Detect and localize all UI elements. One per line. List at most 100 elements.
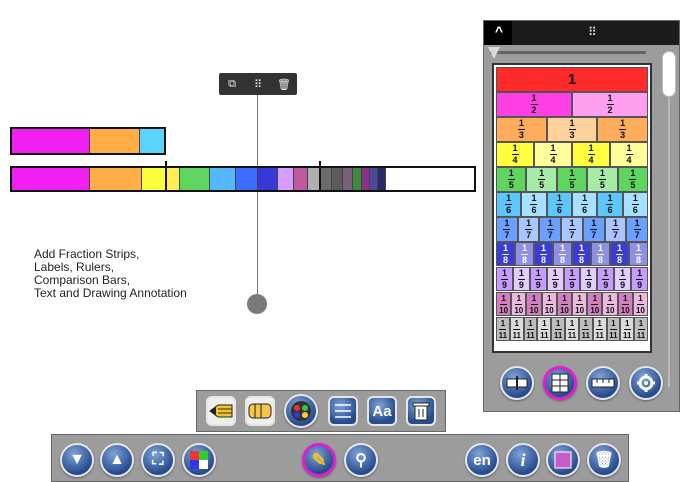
fraction-cell[interactable]: 1 10 [511, 291, 527, 317]
panel-slider-track[interactable] [490, 51, 646, 54]
lines-button[interactable] [327, 396, 358, 426]
fraction-cell[interactable]: 1 11 [606, 316, 621, 342]
fraction-cell[interactable]: 17 [539, 216, 562, 242]
fraction-cell[interactable]: 15 [587, 166, 618, 192]
fraction-cell[interactable]: 18 [591, 241, 610, 267]
text-button[interactable]: Aa [366, 396, 397, 426]
fraction-cell[interactable]: 19 [631, 266, 649, 292]
scrollbar-thumb[interactable] [662, 51, 676, 97]
fraction-cell[interactable]: 15 [556, 166, 588, 192]
caret-up-icon[interactable]: ^ [489, 23, 509, 43]
frame-button[interactable] [546, 443, 580, 477]
color-wheel-button[interactable] [284, 394, 319, 428]
fraction-cell[interactable]: 1 11 [620, 316, 635, 342]
fraction-cell[interactable]: 17 [582, 216, 605, 242]
fraction-cell[interactable]: 19 [580, 266, 598, 292]
fraction-cell[interactable]: 19 [597, 266, 615, 292]
fraction-cell[interactable]: 19 [529, 266, 547, 292]
fraction-cell[interactable]: 1 11 [509, 316, 524, 342]
pin-button[interactable]: ⚲ [344, 443, 378, 477]
trash-icon[interactable]: 🗑 [274, 75, 294, 93]
fraction-cell[interactable]: 1 11 [634, 316, 648, 342]
fraction-cell[interactable]: 1 [496, 67, 648, 92]
language-button[interactable]: en [465, 443, 499, 477]
fraction-cell[interactable]: 1 11 [592, 316, 607, 342]
annotation-text[interactable]: Add Fraction Strips, Labels, Rulers, Com… [34, 248, 187, 300]
fraction-cell[interactable]: 1 10 [602, 291, 618, 317]
fraction-strip-short[interactable] [10, 127, 166, 155]
fraction-cell[interactable]: 1 11 [496, 316, 510, 342]
fraction-cell[interactable]: 17 [496, 216, 518, 242]
fraction-cell[interactable]: 18 [515, 241, 534, 267]
fraction-cell[interactable]: 17 [561, 216, 583, 242]
fraction-cell[interactable]: 18 [496, 241, 515, 267]
fraction-cell[interactable]: 13 [546, 116, 598, 142]
fraction-cell[interactable]: 18 [572, 241, 591, 267]
fraction-cell[interactable]: 19 [512, 266, 530, 292]
fraction-cell[interactable]: 14 [610, 141, 648, 167]
fraction-cell[interactable]: 14 [572, 141, 610, 167]
fraction-cell[interactable]: 19 [546, 266, 564, 292]
fraction-cell[interactable]: 1 11 [523, 316, 538, 342]
fraction-cell[interactable]: 18 [553, 241, 572, 267]
fraction-cell[interactable]: 19 [563, 266, 581, 292]
fit-screen-button[interactable]: ⛶ [141, 443, 175, 477]
pencils-button[interactable] [205, 396, 236, 426]
fraction-cell[interactable]: 13 [496, 116, 547, 142]
copy-icon[interactable]: ⧉ [222, 75, 242, 93]
fraction-cell[interactable]: 17 [604, 216, 627, 242]
move-up-button[interactable]: ▲ [100, 443, 134, 477]
fraction-cell[interactable]: 1 10 [632, 291, 649, 317]
fraction-cell[interactable]: 16 [546, 191, 572, 217]
fraction-cell[interactable]: 15 [496, 166, 527, 192]
fraction-cell[interactable]: 19 [614, 266, 632, 292]
fraction-cell[interactable]: 1 10 [556, 291, 573, 317]
fraction-cell[interactable]: 18 [629, 241, 648, 267]
fraction-cell[interactable]: 16 [571, 191, 598, 217]
fraction-cell[interactable]: 16 [521, 191, 547, 217]
fraction-cell[interactable]: 12 [496, 91, 572, 117]
fraction-cell[interactable]: 17 [517, 216, 540, 242]
scrollbar-track[interactable] [668, 97, 670, 387]
pencil-button[interactable]: ✎ [302, 443, 336, 477]
fraction-wall-button[interactable] [543, 366, 578, 400]
fraction-cell[interactable]: 1 10 [496, 291, 512, 317]
grip-icon[interactable]: ⠿ [248, 75, 268, 93]
fraction-cell[interactable]: 14 [534, 141, 572, 167]
ruler-button[interactable] [585, 366, 620, 400]
fraction-cell[interactable]: 12 [572, 91, 648, 117]
fraction-cell[interactable]: 18 [534, 241, 553, 267]
fraction-cell[interactable]: 16 [496, 191, 522, 217]
fraction-cell[interactable]: 1 10 [541, 291, 557, 317]
fraction-cell[interactable]: 1 10 [572, 291, 588, 317]
delete-button[interactable]: 🗑 [587, 443, 621, 477]
fraction-cell[interactable]: 1 11 [578, 316, 593, 342]
comparison-line-handle[interactable] [247, 294, 267, 314]
grip-icon[interactable]: ⠿ [588, 25, 598, 39]
fraction-cell[interactable]: 1 10 [617, 291, 633, 317]
fraction-cell[interactable]: 1 10 [587, 291, 603, 317]
fraction-cell[interactable]: 1 11 [551, 316, 566, 342]
fraction-cell[interactable]: 16 [597, 191, 623, 217]
fraction-cell[interactable]: 1 11 [565, 316, 579, 342]
info-button[interactable]: i [506, 443, 540, 477]
fraction-cell[interactable]: 16 [622, 191, 648, 217]
settings-button[interactable] [628, 366, 663, 400]
fraction-cell[interactable]: 17 [626, 216, 649, 242]
fraction-wall-row: 191919191919191919 [496, 266, 649, 292]
fraction-cell[interactable]: 1 10 [526, 291, 542, 317]
comparison-line[interactable] [257, 95, 258, 303]
fraction-cell[interactable]: 13 [597, 116, 649, 142]
strip-label-button[interactable] [500, 366, 535, 400]
fraction-cell[interactable]: 19 [496, 266, 513, 292]
eraser-button[interactable] [244, 396, 275, 426]
move-down-button[interactable]: ▼ [60, 443, 94, 477]
fraction-cell[interactable]: 15 [526, 166, 557, 192]
fraction-cell[interactable]: 1 11 [537, 316, 552, 342]
clear-drawing-button[interactable] [406, 396, 437, 426]
fraction-cell[interactable]: 18 [610, 241, 629, 267]
colors-button[interactable] [182, 443, 216, 477]
fraction-cell[interactable]: 15 [617, 166, 649, 192]
fraction-strip-long[interactable] [10, 166, 476, 192]
fraction-cell[interactable]: 14 [496, 141, 534, 167]
